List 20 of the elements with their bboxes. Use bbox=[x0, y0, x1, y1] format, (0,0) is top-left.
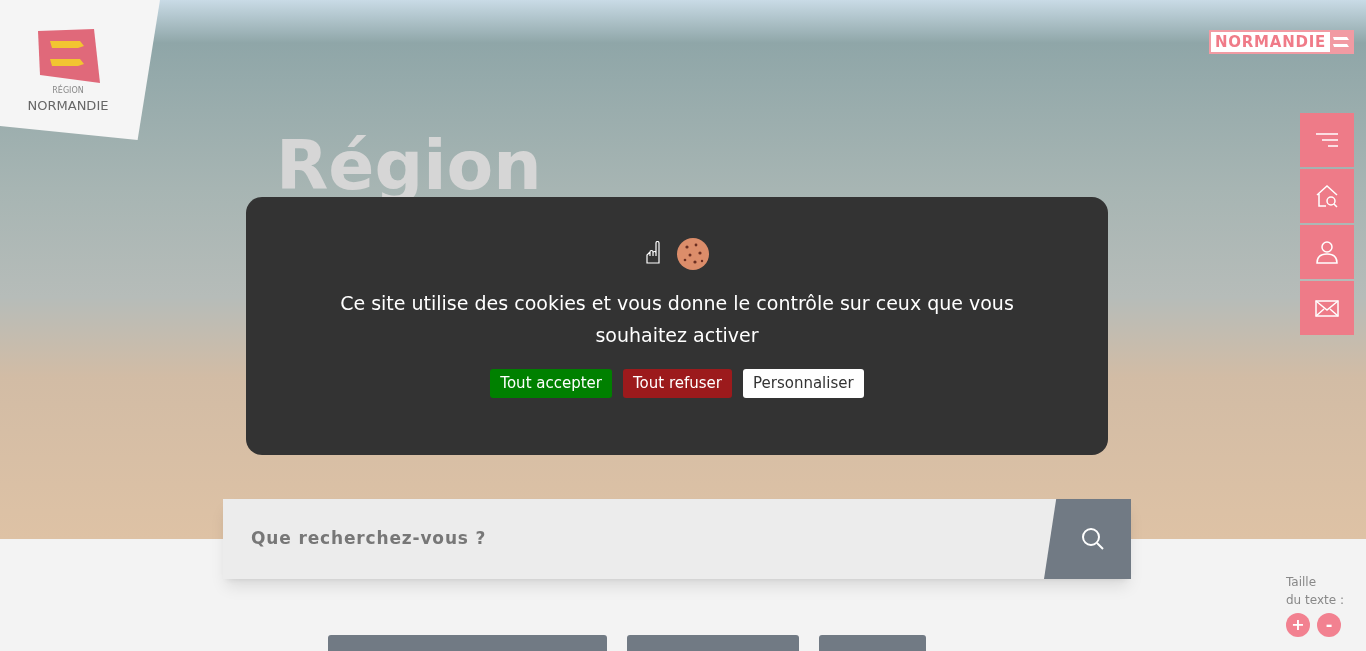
customize-button[interactable]: Personnaliser bbox=[743, 369, 864, 398]
logo-text: NORMANDIE bbox=[27, 98, 109, 112]
logo-small-text: RÉGION bbox=[52, 86, 84, 95]
side-menu-button[interactable] bbox=[1300, 169, 1354, 223]
side-menu-button[interactable] bbox=[1300, 225, 1354, 279]
hero-title: Région bbox=[276, 132, 542, 200]
search-button[interactable] bbox=[1044, 499, 1131, 579]
search-field[interactable]: Que recherchez-vous ? bbox=[223, 499, 1131, 579]
user-icon bbox=[1314, 239, 1340, 265]
text-size-label: Taille bbox=[1286, 574, 1318, 591]
side-menu-button[interactable] bbox=[1300, 281, 1354, 335]
cookie-message: Ce site utilise des cookies et vous donne le contrôle sur ceux que vous souhaitez activer bbox=[339, 291, 1015, 348]
refuse-button[interactable]: Tout refuser bbox=[623, 369, 732, 398]
side-menu-button[interactable] bbox=[1300, 113, 1354, 167]
accept-button[interactable]: Tout accepter bbox=[490, 369, 612, 398]
house-search-icon bbox=[1314, 183, 1340, 209]
cookie-icon bbox=[676, 237, 710, 271]
brand-badge: NORMANDIE bbox=[1209, 30, 1354, 54]
search-icon bbox=[1079, 526, 1106, 552]
text-size-label: du texte : bbox=[1286, 592, 1345, 609]
